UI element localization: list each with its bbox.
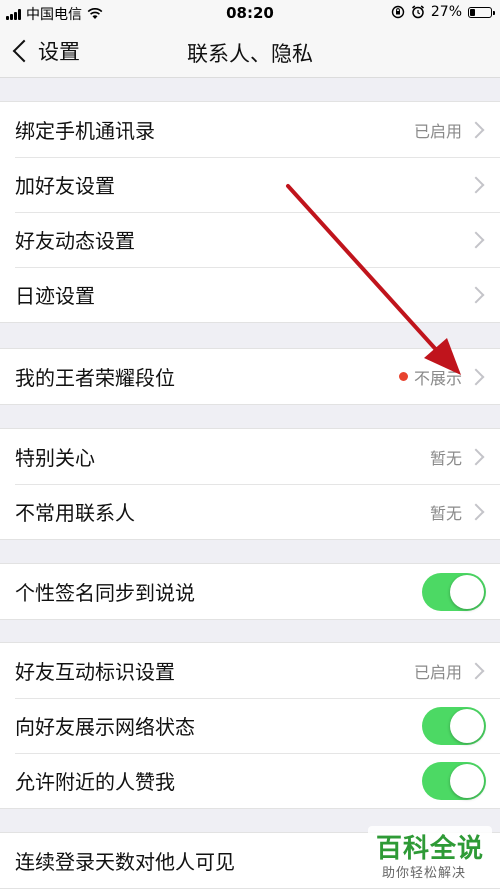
- status-right: 27%: [391, 4, 495, 20]
- screen: 中国电信 08:20 27% 设置 联系人、隐私 绑定手机通讯录 已启用 加好友…: [0, 0, 500, 889]
- row-label: 连续登录天数对他人可见: [15, 850, 235, 874]
- row-value: 暂无: [429, 503, 462, 523]
- watermark-title: 百科全说: [376, 834, 485, 864]
- battery-percent: 27%: [430, 4, 462, 20]
- chevron-right-icon: [467, 503, 485, 520]
- row-signature-sync: 个性签名同步到说说: [0, 564, 500, 619]
- row-interaction-badge-settings[interactable]: 好友互动标识设置 已启用: [0, 643, 500, 698]
- row-bind-contacts[interactable]: 绑定手机通讯录 已启用: [0, 102, 500, 157]
- row-show-network-status: 向好友展示网络状态: [0, 698, 500, 753]
- chevron-right-icon: [467, 286, 485, 303]
- chevron-right-icon: [467, 176, 485, 193]
- row-friend-feed-settings[interactable]: 好友动态设置: [0, 212, 500, 267]
- row-special-care[interactable]: 特别关心 暂无: [0, 429, 500, 484]
- row-label: 允许附近的人赞我: [15, 770, 175, 794]
- row-label: 绑定手机通讯录: [15, 119, 155, 143]
- row-label: 加好友设置: [15, 174, 115, 198]
- rotation-lock-icon: [391, 5, 405, 19]
- section-game-rank: 我的王者荣耀段位 不展示: [0, 348, 500, 405]
- row-label: 好友互动标识设置: [15, 660, 175, 684]
- section-special-contacts: 特别关心 暂无 不常用联系人 暂无: [0, 428, 500, 540]
- notification-dot: [398, 372, 408, 381]
- battery-icon: [468, 6, 495, 18]
- row-value: 已启用: [413, 121, 462, 141]
- section-signature-sync: 个性签名同步到说说: [0, 563, 500, 620]
- chevron-right-icon: [467, 368, 485, 385]
- row-add-friend-settings[interactable]: 加好友设置: [0, 157, 500, 212]
- row-daily-trace-settings[interactable]: 日迹设置: [0, 267, 500, 322]
- row-value: 不展示: [413, 368, 462, 388]
- alarm-icon: [411, 5, 424, 19]
- row-value: 已启用: [413, 662, 462, 682]
- status-bar: 中国电信 08:20 27%: [0, 0, 500, 26]
- network-status-toggle[interactable]: [422, 706, 486, 745]
- chevron-right-icon: [467, 121, 485, 138]
- row-value: 暂无: [429, 448, 462, 468]
- nav-bar: 设置 联系人、隐私: [0, 26, 500, 78]
- section-interaction: 好友互动标识设置 已启用 向好友展示网络状态 允许附近的人赞我: [0, 642, 500, 809]
- battery-fill: [470, 8, 475, 16]
- toggle-knob: [450, 763, 484, 798]
- nearby-likes-toggle[interactable]: [422, 761, 486, 800]
- chevron-right-icon: [467, 231, 485, 248]
- toggle-knob: [450, 574, 484, 609]
- watermark-logo: 百科全说 助你轻松解决: [368, 826, 492, 886]
- row-label: 日迹设置: [15, 284, 95, 308]
- row-allow-nearby-likes: 允许附近的人赞我: [0, 753, 500, 808]
- section-contacts: 绑定手机通讯录 已启用 加好友设置 好友动态设置 日迹设置: [0, 101, 500, 323]
- row-game-rank[interactable]: 我的王者荣耀段位 不展示: [0, 349, 500, 404]
- chevron-right-icon: [467, 662, 485, 679]
- row-label: 个性签名同步到说说: [15, 581, 195, 605]
- row-label: 我的王者荣耀段位: [15, 366, 175, 390]
- row-label: 不常用联系人: [15, 501, 135, 525]
- signature-sync-toggle[interactable]: [422, 572, 486, 611]
- row-label: 好友动态设置: [15, 229, 135, 253]
- row-label: 向好友展示网络状态: [15, 715, 195, 739]
- toggle-knob: [450, 708, 484, 743]
- row-label: 特别关心: [15, 446, 95, 470]
- page-title: 联系人、隐私: [187, 42, 313, 66]
- watermark-subtitle: 助你轻松解决: [382, 866, 467, 881]
- chevron-right-icon: [467, 448, 485, 465]
- row-infrequent-contacts[interactable]: 不常用联系人 暂无: [0, 484, 500, 539]
